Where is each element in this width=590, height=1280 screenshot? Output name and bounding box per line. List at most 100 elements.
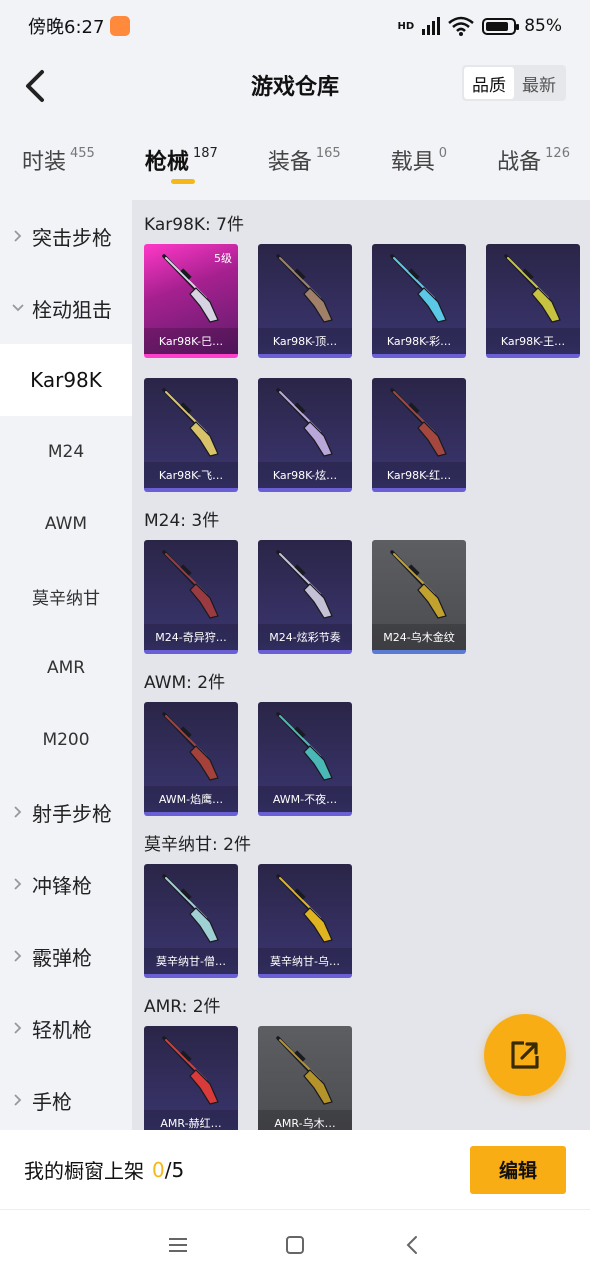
chevron-right-icon xyxy=(12,878,28,890)
sidebar-subitem[interactable]: M200 xyxy=(0,704,132,776)
chevron-right-icon xyxy=(12,1094,28,1106)
tab-category[interactable]: 载具 0 xyxy=(391,132,447,192)
tab-count: 455 xyxy=(70,146,95,161)
weapon-skin-card[interactable]: 莫辛纳甘-乌… xyxy=(258,864,352,978)
status-right: HD 85% xyxy=(398,16,562,36)
rifle-icon xyxy=(504,254,561,323)
sort-quality-button[interactable]: 品质 xyxy=(464,67,514,99)
weapon-skin-card[interactable]: Kar98K-红… xyxy=(372,378,466,492)
weapon-skin-card[interactable]: AMR-赫红… xyxy=(144,1026,238,1130)
sidebar-group[interactable]: 手枪 xyxy=(0,1064,132,1136)
sidebar-subitem[interactable]: 莫辛纳甘 xyxy=(0,560,132,632)
rifle-icon xyxy=(162,388,219,457)
category-tabs: 时装 455 枪械 187 装备 165 载具 0 战备 126 xyxy=(0,132,590,192)
section-title: Kar98K: 7件 xyxy=(144,214,244,235)
hd-label: HD xyxy=(397,20,415,32)
nav-back-button[interactable] xyxy=(392,1225,432,1265)
weapon-skin-card[interactable]: 莫辛纳甘-僧… xyxy=(144,864,238,978)
item-name: AWM-焰鹰… xyxy=(144,786,238,812)
item-grid: 5级 Kar98K-巳… Kar98K-顶… Kar98K-彩… Kar98K-王… Ka… xyxy=(132,244,590,492)
share-button[interactable] xyxy=(484,1014,566,1096)
weapon-skin-card[interactable]: AWM-焰鹰… xyxy=(144,702,238,816)
weapon-skin-card[interactable]: AWM-不夜… xyxy=(258,702,352,816)
weapon-skin-card[interactable]: M24-炫彩节奏 xyxy=(258,540,352,654)
home-button[interactable] xyxy=(275,1225,315,1265)
sidebar-group[interactable]: 射手步枪 xyxy=(0,776,132,848)
sidebar-label: 突击步枪 xyxy=(32,225,112,250)
sidebar-subitem[interactable]: AMR xyxy=(0,632,132,704)
back-button[interactable] xyxy=(12,64,56,108)
share-external-icon xyxy=(511,1041,539,1069)
battery-icon xyxy=(482,17,520,35)
sidebar-group[interactable]: 霰弹枪 xyxy=(0,920,132,992)
sidebar-label: 霰弹枪 xyxy=(32,945,92,970)
item-grid: AWM-焰鹰… AWM-不夜… xyxy=(132,702,590,816)
tab-label: 时装 xyxy=(22,150,67,175)
item-name: Kar98K-飞… xyxy=(144,462,238,488)
weapon-skin-card[interactable]: M24-乌木金纹 xyxy=(372,540,466,654)
weapon-skin-card[interactable]: Kar98K-顶… xyxy=(258,244,352,358)
rifle-icon xyxy=(276,874,333,943)
weapon-skin-card[interactable]: Kar98K-炫… xyxy=(258,378,352,492)
item-name: M24-乌木金纹 xyxy=(372,624,466,650)
rifle-icon xyxy=(162,550,219,619)
sidebar-label: 射手步枪 xyxy=(32,801,112,826)
sidebar-group[interactable]: 突击步枪 xyxy=(0,200,132,272)
rifle-icon xyxy=(276,254,333,323)
sidebar-group[interactable]: 栓动狙击 xyxy=(0,272,132,344)
weapon-skin-card[interactable]: Kar98K-王… xyxy=(486,244,580,358)
sidebar-label: M24 xyxy=(47,442,85,462)
weapon-skin-card[interactable]: M24-奇异狩… xyxy=(144,540,238,654)
weapon-skin-card[interactable]: Kar98K-飞… xyxy=(144,378,238,492)
tab-label: 载具 xyxy=(390,150,435,175)
sidebar-group[interactable]: 轻机枪 xyxy=(0,992,132,1064)
tab-category[interactable]: 战备 126 xyxy=(497,132,570,192)
menu-button[interactable] xyxy=(158,1225,198,1265)
tab-count: 165 xyxy=(315,146,341,161)
tab-category[interactable]: 装备 165 xyxy=(268,132,341,192)
item-name: Kar98K-巳… xyxy=(144,328,238,354)
item-name: 莫辛纳甘-僧… xyxy=(144,948,238,974)
item-name: 莫辛纳甘-乌… xyxy=(258,948,352,974)
chevron-down-icon xyxy=(12,302,28,314)
sort-newest-button[interactable]: 最新 xyxy=(514,67,564,99)
battery-percent: 85% xyxy=(524,16,562,36)
sidebar-label: AWM xyxy=(44,514,88,534)
tab-label: 枪械 xyxy=(144,150,189,175)
sidebar-label: AMR xyxy=(46,658,86,678)
weapon-skin-card[interactable]: AMR-乌木… xyxy=(258,1026,352,1130)
weapon-type-sidebar: 突击步枪栓动狙击 Kar98K M24 AWM 莫辛纳甘 AMR M200 射手步枪冲锋枪霰弹… xyxy=(0,200,132,1130)
tab-count: 0 xyxy=(438,146,448,161)
sidebar-subitem[interactable]: AWM xyxy=(0,488,132,560)
sidebar-subitem[interactable]: M24 xyxy=(0,416,132,488)
sidebar-label: 栓动狙击 xyxy=(32,297,112,322)
edit-button[interactable]: 编辑 xyxy=(470,1145,566,1194)
battery-fill xyxy=(486,21,509,31)
chevron-right-icon xyxy=(12,806,28,818)
weapon-skin-card[interactable]: 5级 Kar98K-巳… xyxy=(144,244,238,358)
back-arrow-icon xyxy=(26,70,44,102)
showcase-label: 我的橱窗上架 xyxy=(24,1159,144,1183)
sidebar-group[interactable]: 冲锋枪 xyxy=(0,848,132,920)
nav-back-icon xyxy=(406,1236,417,1254)
sidebar-label: 轻机枪 xyxy=(32,1017,92,1042)
item-name: Kar98K-炫… xyxy=(258,462,352,488)
tab-category[interactable]: 时装 455 xyxy=(22,132,95,192)
sidebar-subitem[interactable]: Kar98K xyxy=(0,344,132,416)
rifle-icon xyxy=(276,388,333,457)
status-bar: 傍晚6:27 HD 85% xyxy=(0,0,590,52)
item-name: M24-奇异狩… xyxy=(144,624,238,650)
chevron-right-icon xyxy=(12,1022,28,1034)
status-left: 傍晚6:27 xyxy=(28,13,131,39)
tab-label: 战备 xyxy=(497,150,542,175)
rifle-icon xyxy=(390,254,447,323)
rifle-icon xyxy=(162,712,219,781)
showcase-bar: 我的橱窗上架 0 /5 编辑 xyxy=(0,1130,590,1210)
weapon-skin-card[interactable]: Kar98K-彩… xyxy=(372,244,466,358)
wifi-icon xyxy=(448,16,475,36)
tab-category[interactable]: 枪械 187 xyxy=(145,132,218,192)
rifle-icon xyxy=(276,550,333,619)
signal-icon xyxy=(422,17,441,35)
item-name: AWM-不夜… xyxy=(258,786,352,812)
rifle-icon xyxy=(276,712,333,781)
